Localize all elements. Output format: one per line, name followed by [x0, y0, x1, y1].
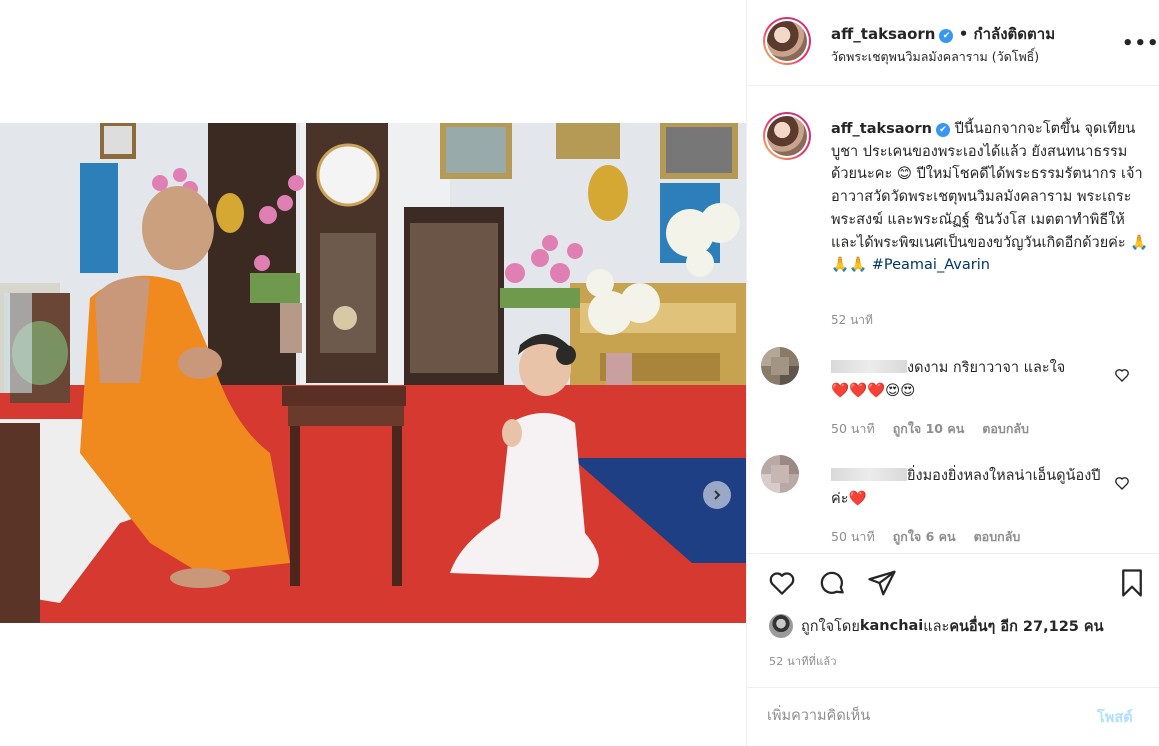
heart-outline-icon [1115, 477, 1129, 490]
chevron-right-icon [714, 490, 721, 500]
share-button[interactable] [867, 568, 897, 602]
comment-time: 50 นาที [831, 421, 875, 436]
media-area [0, 0, 746, 746]
comment-text: งดงาม กริยาวาจา และใจ [907, 360, 1066, 376]
author-avatar[interactable] [763, 17, 811, 65]
follow-status[interactable]: • กำลังติดตาม [959, 25, 1055, 43]
post-header: aff_taksaorn ✔ • กำลังติดตาม วัดพระเชตุพน… [747, 0, 1159, 86]
photo-illustration [0, 123, 746, 623]
likes-middle: และ [923, 618, 950, 635]
author-username[interactable]: aff_taksaorn [831, 25, 935, 43]
likes-others-count[interactable]: คนอื่นๆ อีก 27,125 คน [949, 615, 1103, 638]
comment-button[interactable] [817, 568, 847, 602]
caption-text: ปีนี้นอกจากจะโตขึ้น จุดเทียนบูชา ประเคนข… [831, 121, 1149, 274]
header-user-line: aff_taksaorn ✔ • กำลังติดตาม [831, 22, 1055, 46]
comment-like-button[interactable] [1114, 367, 1130, 387]
blurred-avatar-icon [761, 347, 799, 385]
add-comment-bar: โพสต์ [747, 687, 1159, 743]
comment-bubble-icon [820, 571, 844, 594]
comment-likes[interactable]: ถูกใจ 10 คน [893, 421, 965, 436]
caption-text-block: aff_taksaorn ✔ ปีนี้นอกจากจะโตขึ้น จุดเที… [831, 118, 1151, 277]
more-horizontal-icon: ••• [1122, 33, 1159, 54]
more-options-button[interactable]: ••• [1122, 33, 1159, 54]
comment-body: ยิ่งมองยิ่งหลงใหลน่าเอ็นดูน้องปีค่ะ❤️ [831, 465, 1101, 510]
comment-avatar[interactable] [761, 455, 799, 493]
verified-badge-icon: ✔ [939, 29, 954, 43]
reply-button[interactable]: ตอบกลับ [982, 421, 1029, 436]
post-actions: ถูกใจโดย kanchai และ คนอื่นๆ อีก 27,125 … [747, 553, 1159, 743]
post-comment-button[interactable]: โพสต์ [1097, 706, 1133, 729]
blurred-avatar-icon [761, 455, 799, 493]
comment-emojis: ❤️❤️❤️😍😍 [831, 382, 916, 399]
instagram-post-modal: aff_taksaorn ✔ • กำลังติดตาม วัดพระเชตุพน… [0, 0, 1159, 746]
post-photo[interactable] [0, 123, 746, 623]
comment-username-blurred[interactable] [831, 360, 907, 373]
liker-avatar[interactable] [769, 614, 793, 638]
heart-icon [769, 572, 795, 595]
comment-time: 50 นาที [831, 529, 875, 544]
comment-username-blurred[interactable] [831, 468, 907, 481]
reply-button[interactable]: ตอบกลับ [974, 529, 1021, 544]
comment-avatar[interactable] [761, 347, 799, 385]
caption-username[interactable]: aff_taksaorn [831, 121, 932, 137]
heart-outline-icon [1115, 369, 1129, 382]
comment-meta: 50 นาที ถูกใจ 6 คน ตอบกลับ [831, 527, 1038, 547]
comment-body: งดงาม กริยาวาจา และใจ ❤️❤️❤️😍😍 [831, 357, 1101, 402]
comment-likes[interactable]: ถูกใจ 6 คน [893, 529, 956, 544]
comment-input[interactable] [767, 705, 1067, 727]
comment-meta: 50 นาที ถูกใจ 10 คน ตอบกลับ [831, 419, 1047, 439]
bookmark-icon [1122, 569, 1142, 597]
caption-hashtag[interactable]: #Peamai_Avarin [872, 257, 990, 273]
caption-avatar[interactable] [763, 112, 811, 160]
comment-like-button[interactable] [1114, 475, 1130, 495]
liker-username[interactable]: kanchai [860, 618, 923, 634]
post-side-panel: aff_taksaorn ✔ • กำลังติดตาม วัดพระเชตุพน… [746, 0, 1159, 746]
likes-prefix: ถูกใจโดย [801, 618, 860, 635]
verified-badge-icon: ✔ [936, 123, 950, 137]
likes-summary: ถูกใจโดย kanchai และ คนอื่นๆ อีก 27,125 … [769, 614, 1104, 638]
caption-time: 52 นาที [831, 313, 873, 327]
post-location[interactable]: วัดพระเชตุพนวิมลมังคลาราม (วัดโพธิ์) [831, 47, 1039, 67]
save-button[interactable] [1117, 568, 1147, 602]
like-button[interactable] [767, 568, 797, 602]
next-photo-button[interactable] [703, 481, 731, 509]
post-timestamp: 52 นาทีที่แล้ว [769, 655, 837, 668]
paper-plane-icon [868, 570, 896, 596]
